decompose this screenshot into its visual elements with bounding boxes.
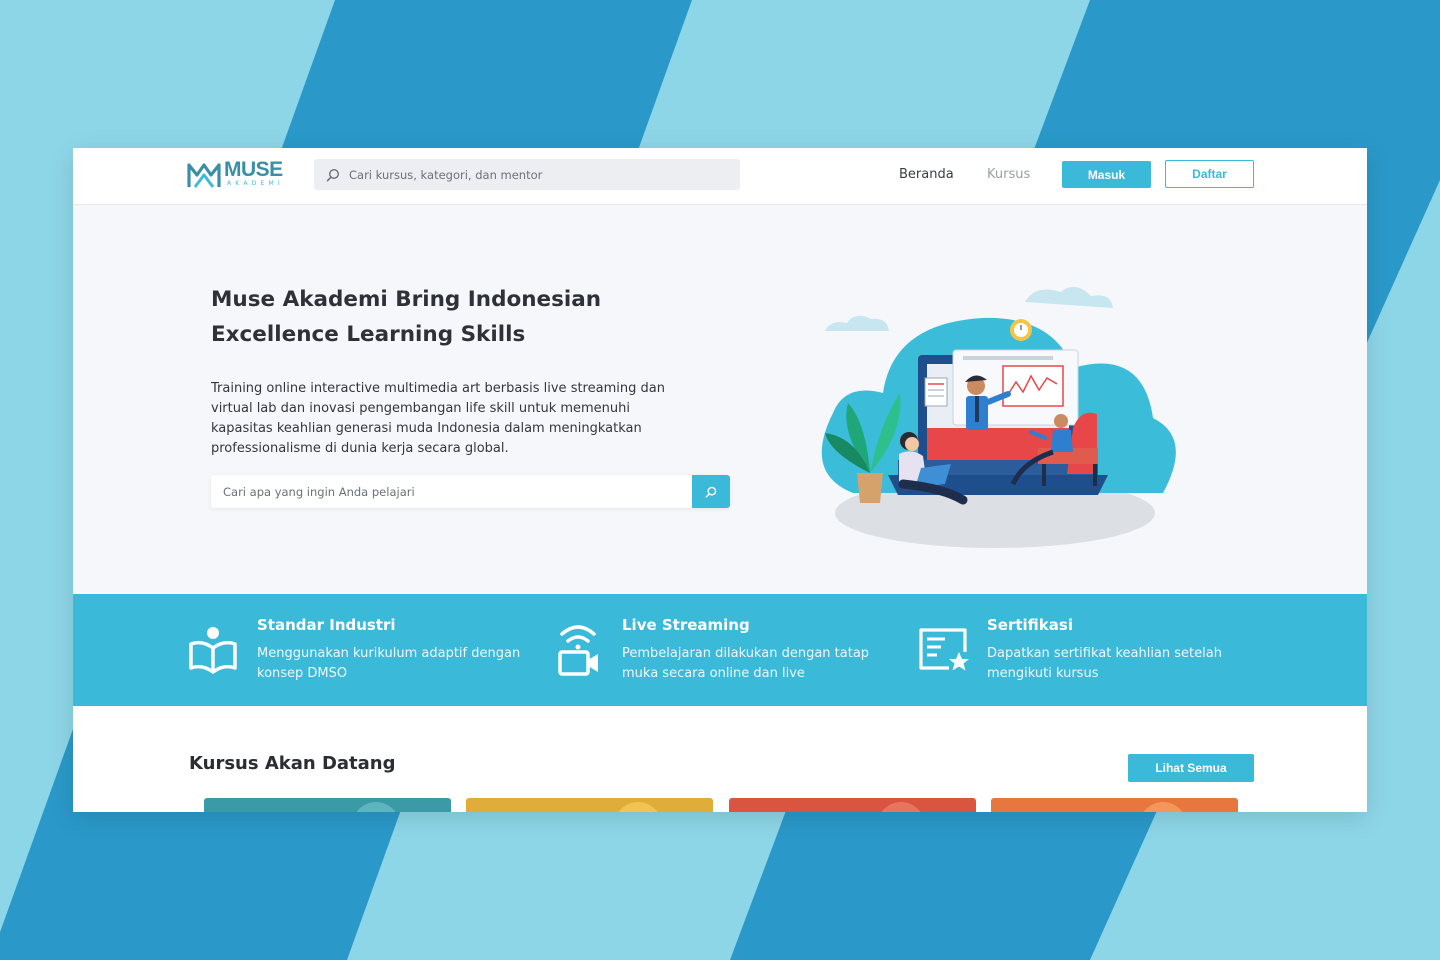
search-icon [705, 486, 717, 498]
upcoming-courses-section: Kursus Akan Datang Lihat Semua [73, 706, 1367, 812]
hero-online-learning-illustration [821, 286, 1176, 548]
course-card-thumbnail [352, 802, 400, 812]
course-card[interactable] [729, 798, 976, 812]
feature-description: Menggunakan kurikulum adaptif dengan kon… [257, 646, 521, 681]
logo-text: MUSE [224, 158, 283, 181]
course-card-thumbnail [1139, 802, 1187, 812]
feature-title: Standar Industri [257, 616, 396, 634]
hero-title-line2: Excellence Learning Skills [211, 322, 526, 347]
hero-description: Training online interactive multimedia a… [211, 381, 665, 456]
feature-sertifikasi: Sertifikasi Dapatkan sertifikat keahlian… [917, 594, 1257, 706]
logo-mark-icon [187, 163, 221, 188]
hero-title-line1: Muse Akademi Bring Indonesian [211, 287, 602, 312]
feature-description: Dapatkan sertifikat keahlian setelah men… [987, 646, 1222, 681]
course-card[interactable] [991, 798, 1238, 812]
top-navbar: MUSE AKADEMI Beranda Kursus Masuk Daftar [73, 148, 1367, 205]
open-book-reader-icon [189, 627, 237, 674]
logo-subtext: AKADEMI [227, 180, 284, 187]
nav-search-input[interactable] [349, 167, 729, 182]
video-camera-wifi-icon [558, 625, 598, 676]
course-card[interactable] [466, 798, 713, 812]
feature-title: Live Streaming [622, 616, 750, 634]
hero-search-input[interactable] [223, 475, 683, 508]
browser-viewport: MUSE AKADEMI Beranda Kursus Masuk Daftar… [73, 148, 1367, 812]
feature-description: Pembelajaran dilakukan dengan tatap muka… [622, 646, 870, 681]
feature-title: Sertifikasi [987, 616, 1073, 634]
certificate-star-icon [919, 628, 969, 671]
features-strip: Standar Industri Menggunakan kurikulum a… [73, 594, 1367, 706]
course-card-thumbnail [614, 802, 662, 812]
register-button[interactable]: Daftar [1165, 160, 1254, 188]
view-all-button[interactable]: Lihat Semua [1128, 754, 1254, 782]
course-card-thumbnail [877, 802, 925, 812]
hero-search-button[interactable] [692, 475, 730, 508]
feature-standar-industri: Standar Industri Menggunakan kurikulum a… [187, 594, 527, 706]
hero-title: Muse Akademi Bring Indonesian Excellence… [211, 282, 631, 352]
nav-link-kursus[interactable]: Kursus [987, 167, 1030, 182]
course-card[interactable] [204, 798, 451, 812]
hero-search-bar [211, 475, 730, 508]
nav-link-beranda[interactable]: Beranda [899, 167, 954, 182]
nav-search-bar[interactable] [314, 159, 740, 190]
login-button[interactable]: Masuk [1062, 161, 1151, 188]
search-icon [326, 168, 340, 181]
section-title: Kursus Akan Datang [189, 753, 396, 774]
muse-akademi-logo[interactable]: MUSE AKADEMI [187, 158, 287, 192]
feature-live-streaming: Live Streaming Pembelajaran dilakukan de… [552, 594, 892, 706]
